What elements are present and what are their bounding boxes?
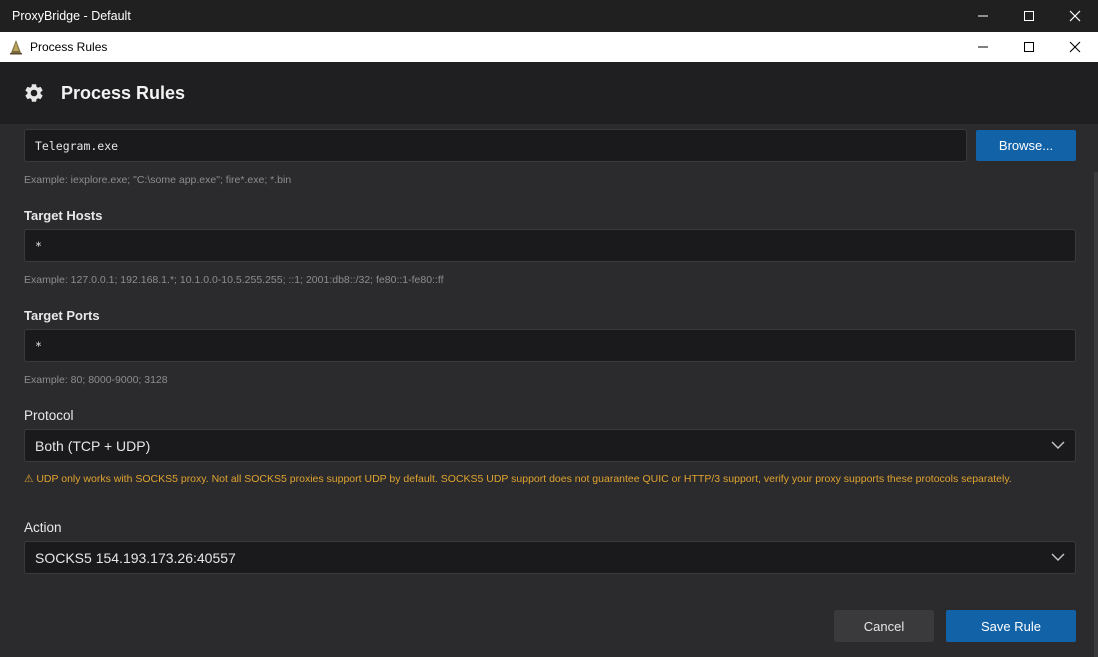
target-hosts-input[interactable]: * bbox=[24, 229, 1076, 262]
target-ports-hint: Example: 80; 8000-9000; 3128 bbox=[24, 374, 168, 386]
target-ports-input[interactable]: * bbox=[24, 329, 1076, 362]
chevron-down-icon bbox=[1051, 441, 1065, 449]
dialog-title: Process Rules bbox=[30, 40, 108, 54]
minimize-icon bbox=[978, 46, 988, 48]
dialog-maximize-button[interactable] bbox=[1006, 32, 1052, 62]
app-logo-icon bbox=[10, 40, 22, 55]
dialog-minimize-button[interactable] bbox=[960, 32, 1006, 62]
browse-button[interactable]: Browse... bbox=[976, 130, 1076, 161]
cancel-button[interactable]: Cancel bbox=[834, 610, 934, 642]
outer-window-titlebar: ProxyBridge - Default bbox=[0, 0, 1098, 32]
target-hosts-value: * bbox=[35, 238, 42, 253]
protocol-label: Protocol bbox=[24, 408, 74, 423]
action-label: Action bbox=[24, 520, 62, 535]
dialog-close-button[interactable] bbox=[1052, 32, 1098, 62]
target-ports-label: Target Ports bbox=[24, 308, 100, 323]
dialog-header: Process Rules bbox=[0, 62, 1098, 124]
outer-minimize-button[interactable] bbox=[960, 0, 1006, 32]
gear-icon bbox=[25, 84, 43, 102]
rule-form: Telegram.exe Browse... Example: iexplore… bbox=[0, 124, 1098, 657]
minimize-icon bbox=[978, 15, 988, 17]
udp-warning: ⚠ UDP only works with SOCKS5 proxy. Not … bbox=[24, 473, 1012, 485]
outer-maximize-button[interactable] bbox=[1006, 0, 1052, 32]
action-select[interactable]: SOCKS5 154.193.173.26:40557 bbox=[24, 541, 1076, 574]
process-path-value: Telegram.exe bbox=[35, 138, 119, 153]
outer-close-button[interactable] bbox=[1052, 0, 1098, 32]
close-icon bbox=[1069, 41, 1081, 53]
maximize-icon bbox=[1024, 42, 1034, 52]
target-hosts-label: Target Hosts bbox=[24, 208, 103, 223]
target-hosts-hint: Example: 127.0.0.1; 192.168.1.*; 10.1.0.… bbox=[24, 274, 444, 286]
outer-window-title: ProxyBridge - Default bbox=[12, 9, 131, 23]
target-ports-value: * bbox=[35, 338, 42, 353]
action-selected: SOCKS5 154.193.173.26:40557 bbox=[35, 549, 236, 566]
chevron-down-icon bbox=[1051, 553, 1065, 561]
protocol-select[interactable]: Both (TCP + UDP) bbox=[24, 429, 1076, 462]
maximize-icon bbox=[1024, 11, 1034, 21]
page-title: Process Rules bbox=[61, 82, 186, 103]
dialog-titlebar: Process Rules bbox=[0, 32, 1098, 62]
save-rule-button[interactable]: Save Rule bbox=[946, 610, 1076, 642]
vertical-scrollbar[interactable] bbox=[1094, 172, 1098, 657]
process-path-input[interactable]: Telegram.exe bbox=[24, 129, 967, 162]
protocol-selected: Both (TCP + UDP) bbox=[35, 437, 151, 454]
process-hint: Example: iexplore.exe; "C:\some app.exe"… bbox=[24, 174, 292, 186]
close-icon bbox=[1069, 10, 1081, 22]
